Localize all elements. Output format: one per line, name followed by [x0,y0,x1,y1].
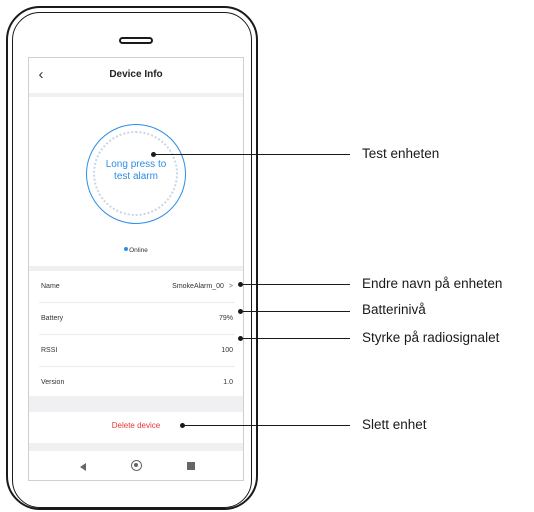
leader-line [241,284,350,285]
name-row[interactable]: Name SmokeAlarm_00 > [39,271,235,303]
callout-battery: Batterinivå [362,302,426,317]
nav-back-icon[interactable] [80,463,86,471]
app-screen: ‹ Device Info Long press to test alarm O… [28,57,244,481]
version-row: Version 1.0 [39,367,235,399]
android-nav-bar [29,451,243,480]
test-alarm-button[interactable]: Long press to test alarm [86,124,186,224]
speaker-icon [119,37,153,44]
test-alarm-line1: Long press to [105,159,167,170]
battery-row: Battery 79% [39,303,235,335]
leader-line [154,154,350,155]
divider [29,93,243,97]
device-name-text: SmokeAlarm_00 [172,283,224,290]
status-text: Online [129,247,148,254]
leader-line [183,425,350,426]
leader-line [241,338,350,339]
name-label: Name [41,283,60,290]
callout-test: Test enheten [362,146,440,161]
divider [29,396,243,412]
status-dot-icon [124,247,129,252]
test-alarm-line2: test alarm [114,171,158,182]
page-title: Device Info [109,69,163,80]
leader-line [241,311,350,312]
test-alarm-label: Long press to test alarm [87,159,185,183]
rssi-row: RSSI 100 [39,335,235,367]
rssi-label: RSSI [41,347,58,354]
divider [29,443,243,451]
battery-label: Battery [41,315,64,322]
callout-signal: Styrke på radiosignalet [362,330,500,345]
app-header: ‹ Device Info [29,58,243,93]
name-value: SmokeAlarm_00 > [172,283,233,290]
callout-rename: Endre navn på enheten [362,276,503,291]
chevron-right-icon: > [228,283,233,290]
callout-delete: Slett enhet [362,417,427,432]
battery-value: 79% [218,315,233,322]
nav-recents-icon[interactable] [187,462,195,470]
online-status: Online [29,247,243,254]
version-label: Version [41,379,65,386]
nav-home-icon[interactable] [131,460,142,471]
version-value: 1.0 [223,379,233,386]
rssi-value: 100 [221,347,233,354]
